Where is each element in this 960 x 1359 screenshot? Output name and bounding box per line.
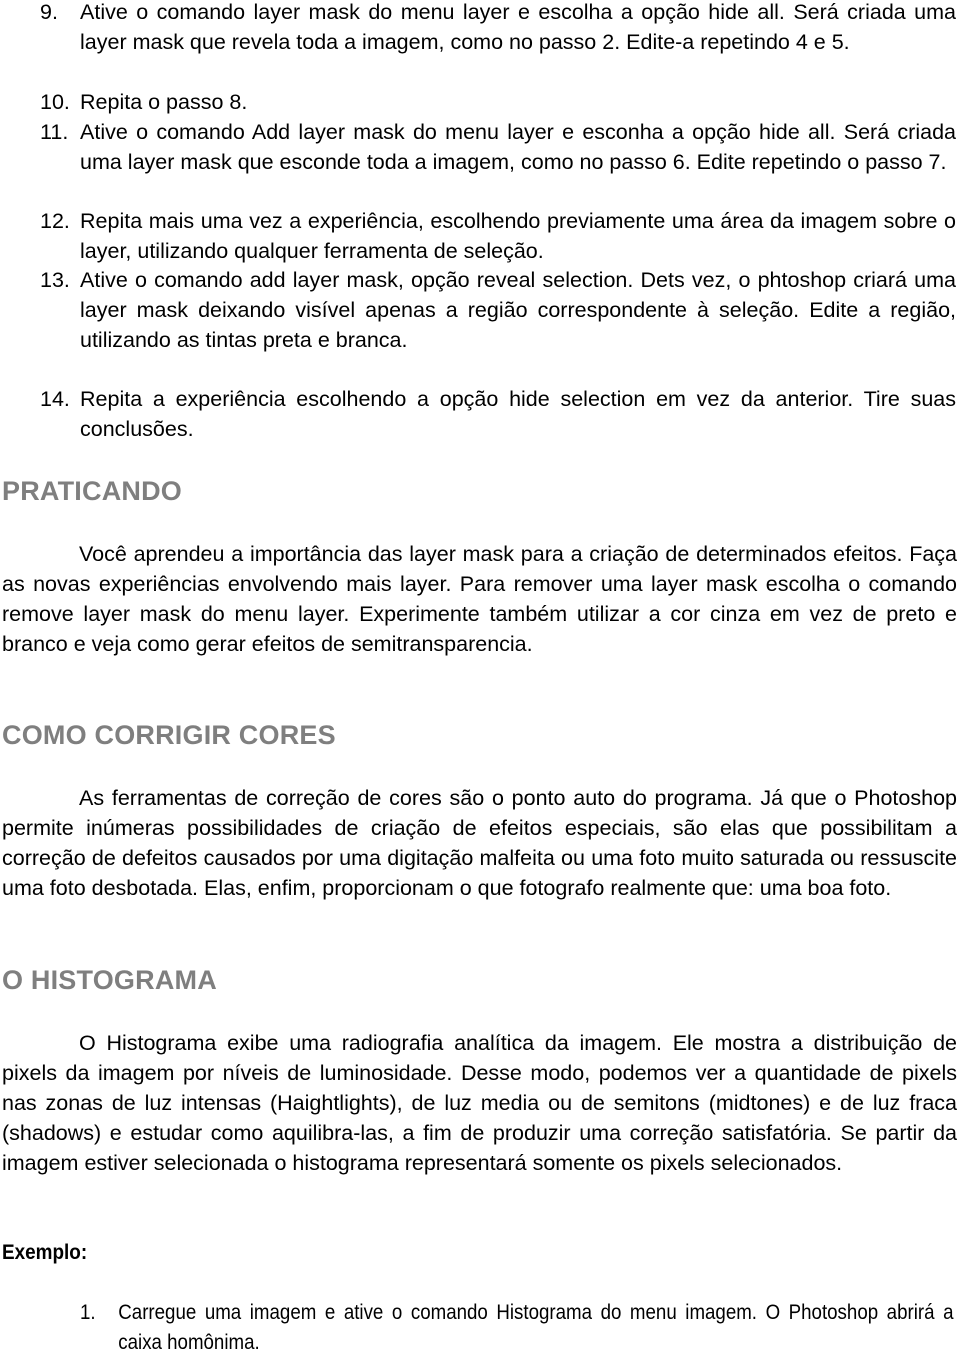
list-number: 11. [40,120,69,144]
section-heading-histograma: O HISTOGRAMA [2,965,217,995]
list-text: Ative o comando Add layer mask do menu l… [80,120,956,174]
list-number: 14. [40,387,70,411]
section-heading-corrigir-cores: COMO CORRIGIR CORES [2,720,336,750]
section-paragraph-praticando: Você aprendeu a importância das layer ma… [2,542,957,656]
list-text: Carregue uma imagem e ative o comando Hi… [118,1300,954,1354]
section-heading-praticando: PRATICANDO [2,476,182,506]
list-number: 9. [40,0,58,24]
list-text: Ative o comando add layer mask, opção re… [80,268,956,352]
list-text: Repita mais uma vez a experiência, escol… [80,209,956,263]
list-text: Repita o passo 8. [80,90,248,114]
section-paragraph-corrigir-cores: As ferramentas de correção de cores são … [2,786,957,900]
list-number: 12. [40,209,70,233]
list-text: Repita a experiência escolhendo a opção … [80,387,956,441]
list-text: Ative o comando layer mask do menu layer… [80,0,956,54]
list-number: 10. [40,90,70,114]
list-number: 13. [40,268,70,292]
example-label: Exemplo: [2,1240,88,1264]
section-paragraph-histograma: O Histograma exibe uma radiografia analí… [2,1031,957,1175]
list-number: 1. [80,1300,96,1324]
